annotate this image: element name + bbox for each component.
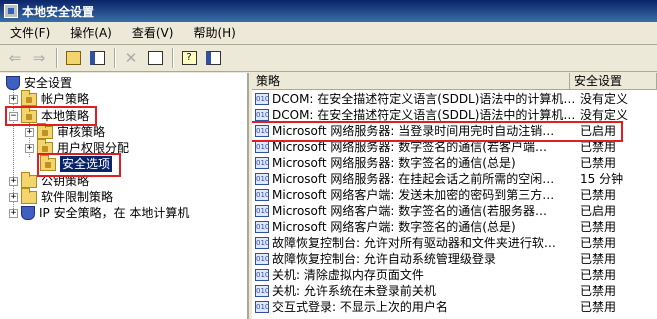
policy-icon: 010 — [255, 173, 270, 185]
table-row[interactable]: 010 DCOM: 在安全描述符定义语言(SDDL)语法中的计算机… 没有定义 — [252, 91, 657, 107]
menu-file[interactable]: 文件(F) — [0, 22, 60, 44]
show-hide-tree-icon[interactable] — [86, 47, 108, 69]
expand-icon[interactable]: + — [25, 127, 34, 137]
expand-icon[interactable]: + — [9, 192, 18, 202]
table-row[interactable]: 010 关机: 清除虚拟内存页面文件 已禁用 — [252, 267, 657, 283]
table-row[interactable]: 010 DCOM: 在安全描述符定义语言(SDDL)语法中的计算机… 没有定义 — [252, 107, 657, 123]
toolbar: ⇐ ⇒ ✕ ? — [0, 44, 657, 72]
table-row[interactable]: 010 Microsoft 网络服务器: 数字签名的通信(总是) 已禁用 — [252, 155, 657, 171]
table-row[interactable]: 010 Microsoft 网络客户端: 数字签名的通信(若服务器… 已启用 — [252, 203, 657, 219]
table-row[interactable]: 010 Microsoft 网络服务器: 当登录时间用完时自动注销… 已启用 — [252, 123, 657, 139]
policy-icon: 010 — [255, 109, 270, 121]
policy-icon: 010 — [255, 269, 270, 281]
column-header-policy[interactable]: 策略 — [252, 73, 570, 90]
toolbar-divider — [56, 47, 58, 68]
folder-icon — [21, 89, 37, 106]
properties-icon[interactable] — [202, 47, 224, 69]
tree-item-label: 用户权限分配 — [57, 141, 130, 155]
tree-root[interactable]: 安全设置 — [6, 75, 72, 91]
folder-icon — [21, 187, 37, 204]
tree-item-label: 帐户策略 — [41, 92, 90, 106]
help-icon[interactable]: ? — [178, 47, 200, 69]
forward-icon[interactable]: ⇒ — [28, 47, 50, 69]
app-icon — [4, 4, 18, 18]
list-pane: 策略 安全设置 010 DCOM: 在安全描述符定义语言(SDDL)语法中的计算机… — [252, 73, 657, 319]
table-row[interactable]: 010 Microsoft 网络服务器: 数字签名的通信(若客户端… 已禁用 — [252, 139, 657, 155]
folder-icon — [40, 154, 56, 171]
tree-item-label: 安全选项 — [60, 156, 113, 172]
tree-item-label: 本地策略 — [41, 109, 90, 123]
tree-item-label: 审核策略 — [57, 125, 106, 139]
folder-icon — [21, 171, 37, 188]
policy-icon: 010 — [255, 125, 270, 137]
table-row[interactable]: 010 关机: 允许系统在未登录前关机 已禁用 — [252, 283, 657, 299]
menu-help[interactable]: 帮助(H) — [183, 22, 245, 44]
folder-icon — [37, 138, 53, 155]
tree-item-ip-security[interactable]: + IP 安全策略，在 本地计算机 — [9, 205, 189, 221]
tree-item-local-policy[interactable]: − 本地策略 — [9, 106, 90, 124]
policy-icon: 010 — [255, 205, 270, 217]
table-row[interactable]: 010 交互式登录: 不显示上次的用户名 已禁用 — [252, 299, 657, 315]
policy-icon: 010 — [255, 253, 270, 265]
policy-icon: 010 — [255, 221, 270, 233]
expand-icon[interactable]: + — [9, 94, 18, 104]
tree-item-security-options[interactable]: 安全选项 — [40, 154, 113, 172]
title-bar: 本地安全设置 — [0, 0, 657, 22]
table-row[interactable]: 010 故障恢复控制台: 允许对所有驱动器和文件夹进行软… 已禁用 — [252, 235, 657, 251]
table-row[interactable]: 010 Microsoft 网络服务器: 在挂起会话之前所需的空闲… 15 分钟 — [252, 171, 657, 187]
menu-view[interactable]: 查看(V) — [122, 22, 184, 44]
security-settings-icon — [6, 76, 20, 90]
policy-icon: 010 — [255, 285, 270, 297]
delete-icon[interactable]: ✕ — [120, 47, 142, 69]
menu-bar: 文件(F) 操作(A) 查看(V) 帮助(H) — [0, 22, 657, 45]
table-row[interactable]: 010 Microsoft 网络客户端: 发送未加密的密码到第三方… 已禁用 — [252, 187, 657, 203]
tree-item-label: 软件限制策略 — [41, 190, 114, 204]
collapse-icon[interactable]: − — [9, 111, 18, 121]
back-icon[interactable]: ⇐ — [4, 47, 26, 69]
expand-icon[interactable]: + — [9, 208, 18, 218]
table-row[interactable]: 010 Microsoft 网络客户端: 数字签名的通信(总是) 已禁用 — [252, 219, 657, 235]
expand-icon[interactable]: + — [25, 143, 34, 153]
policy-icon: 010 — [255, 157, 270, 169]
expand-icon[interactable]: + — [9, 176, 18, 186]
tree-item-label: IP 安全策略，在 本地计算机 — [39, 206, 190, 220]
export-list-icon[interactable] — [144, 47, 166, 69]
policy-icon: 010 — [255, 189, 270, 201]
policy-icon: 010 — [255, 237, 270, 249]
folder-icon — [37, 122, 53, 139]
policy-icon: 010 — [255, 141, 270, 153]
tree-item-software-restriction[interactable]: + 软件限制策略 — [9, 187, 114, 205]
folder-icon — [21, 106, 37, 123]
tree-item-label: 公钥策略 — [41, 174, 90, 188]
table-row[interactable]: 010 故障恢复控制台: 允许自动系统管理级登录 已禁用 — [252, 251, 657, 267]
ip-security-icon — [21, 206, 35, 220]
policy-icon: 010 — [255, 301, 270, 313]
tree-pane: 安全设置 + 帐户策略 − 本地策略 + 审核策略 + 用户权限分配 安全选项 … — [0, 73, 249, 319]
tree-root-label: 安全设置 — [24, 76, 73, 90]
toolbar-divider — [172, 47, 174, 68]
tree-item-account-policy[interactable]: + 帐户策略 — [9, 89, 90, 107]
window-title: 本地安全设置 — [22, 4, 95, 19]
up-folder-icon[interactable] — [62, 47, 84, 69]
menu-action[interactable]: 操作(A) — [60, 22, 122, 44]
policy-icon: 010 — [255, 93, 270, 105]
column-header-setting[interactable]: 安全设置 — [570, 73, 657, 90]
toolbar-divider — [114, 47, 116, 68]
